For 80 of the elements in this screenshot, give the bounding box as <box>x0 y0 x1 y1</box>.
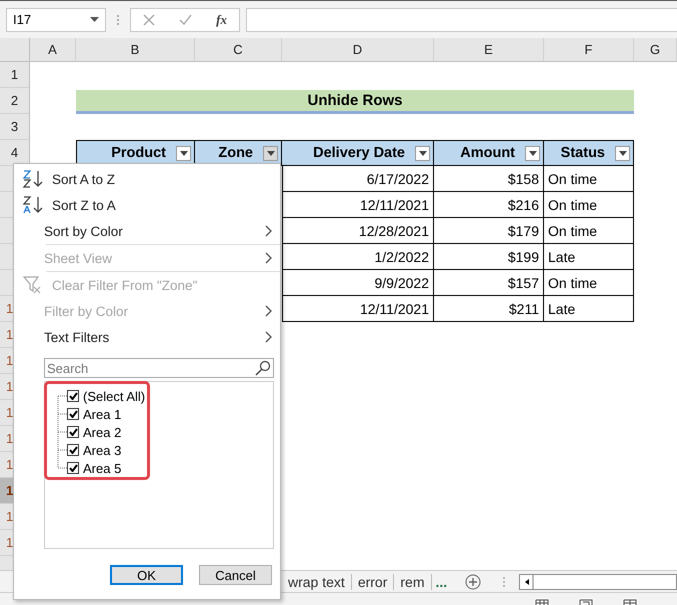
table-cell: On time <box>544 166 634 192</box>
table-cell: On time <box>544 192 634 218</box>
sheet-tab[interactable]: rem <box>394 574 432 590</box>
value-label[interactable]: Area 5 <box>83 460 122 476</box>
column-header[interactable]: F <box>544 38 634 62</box>
table-cell: $157 <box>434 270 544 296</box>
checkmark-icon[interactable] <box>179 14 192 25</box>
table-cell: 12/11/2021 <box>282 192 434 218</box>
table-cell: $179 <box>434 218 544 244</box>
filter-button[interactable] <box>525 146 540 160</box>
filter-button[interactable] <box>176 146 191 160</box>
table-cell: $216 <box>434 192 544 218</box>
table-cell: $211 <box>434 296 544 322</box>
dropdown-arrow-icon <box>418 150 426 156</box>
table-cell: 12/28/2021 <box>282 218 434 244</box>
table-cell: 1/2/2022 <box>282 244 434 270</box>
more-tabs-button[interactable]: ... <box>436 574 448 590</box>
row-header[interactable]: 3 <box>0 114 30 140</box>
value-label[interactable]: (Select All) <box>83 388 146 404</box>
value-label[interactable]: Area 1 <box>83 406 122 422</box>
caret-icon <box>90 17 99 22</box>
table-cell: $199 <box>434 244 544 270</box>
header-label: Zone <box>218 145 253 161</box>
dropdown-arrow-icon <box>618 150 626 156</box>
dropdown-arrow-icon <box>528 150 536 156</box>
page-break-icon[interactable] <box>623 598 637 605</box>
table-cell: On time <box>544 270 634 296</box>
formula-input[interactable] <box>246 8 677 32</box>
column-header[interactable]: C <box>195 38 282 62</box>
dialog-button[interactable]: OK <box>110 565 183 585</box>
menu-item[interactable]: Sort A to Z <box>14 166 280 192</box>
insert-function-button[interactable]: fx <box>216 12 227 28</box>
filter-button[interactable] <box>415 146 430 160</box>
column-header[interactable]: E <box>434 38 544 62</box>
column-header[interactable]: D <box>282 38 434 62</box>
sort-descending-icon <box>22 195 44 215</box>
search-icon <box>255 360 271 376</box>
table-cell: 6/17/2022 <box>282 166 434 192</box>
header-label: Amount <box>460 145 515 161</box>
filter-button[interactable] <box>615 146 630 160</box>
filter-button[interactable] <box>263 146 278 160</box>
column-header[interactable]: G <box>634 38 677 62</box>
table-cell: 9/9/2022 <box>282 270 434 296</box>
checkbox[interactable] <box>67 444 79 456</box>
column-header[interactable]: B <box>76 38 195 62</box>
dialog-button[interactable]: Cancel <box>199 565 272 585</box>
search-field[interactable]: Search <box>44 358 274 378</box>
table-cell: 12/11/2021 <box>282 296 434 322</box>
checkbox[interactable] <box>67 408 79 420</box>
page-layout-icon[interactable] <box>579 598 593 605</box>
table-cell: On time <box>544 218 634 244</box>
header-label: Delivery Date <box>313 145 405 161</box>
sort-ascending-icon <box>22 169 44 189</box>
table-cell: $158 <box>434 166 544 192</box>
checkbox[interactable] <box>67 390 79 402</box>
sheet-tab[interactable]: wrap text <box>282 574 352 590</box>
row-header[interactable]: 4 <box>0 140 30 166</box>
value-label[interactable]: Area 3 <box>83 442 122 458</box>
checkbox[interactable] <box>67 426 79 438</box>
tree-line-icon <box>57 395 67 469</box>
header-label: Status <box>560 145 605 161</box>
row-header[interactable]: 2 <box>0 88 30 114</box>
column-header[interactable]: A <box>30 38 76 62</box>
menu-item[interactable]: Sort Z to A <box>14 192 280 218</box>
sheet-tab[interactable]: error <box>352 574 394 590</box>
name-box[interactable]: I17 <box>6 8 106 32</box>
normal-view-icon[interactable] <box>535 598 549 605</box>
dropdown-arrow-icon <box>180 150 188 156</box>
table-cell: Late <box>544 296 634 322</box>
add-sheet-icon[interactable] <box>465 574 482 590</box>
header-label: Product <box>111 145 166 161</box>
horizontal-scrollbar[interactable] <box>519 574 677 590</box>
row-header[interactable]: 1 <box>0 62 30 88</box>
dropdown-arrow-icon <box>266 150 274 156</box>
menu-item[interactable]: Sort by Color <box>14 218 280 244</box>
checkbox[interactable] <box>67 462 79 474</box>
sheet-title: Unhide Rows <box>76 90 634 114</box>
value-label[interactable]: Area 2 <box>83 424 122 440</box>
menu-item[interactable]: Text Filters <box>14 324 280 350</box>
table-cell: Late <box>544 244 634 270</box>
